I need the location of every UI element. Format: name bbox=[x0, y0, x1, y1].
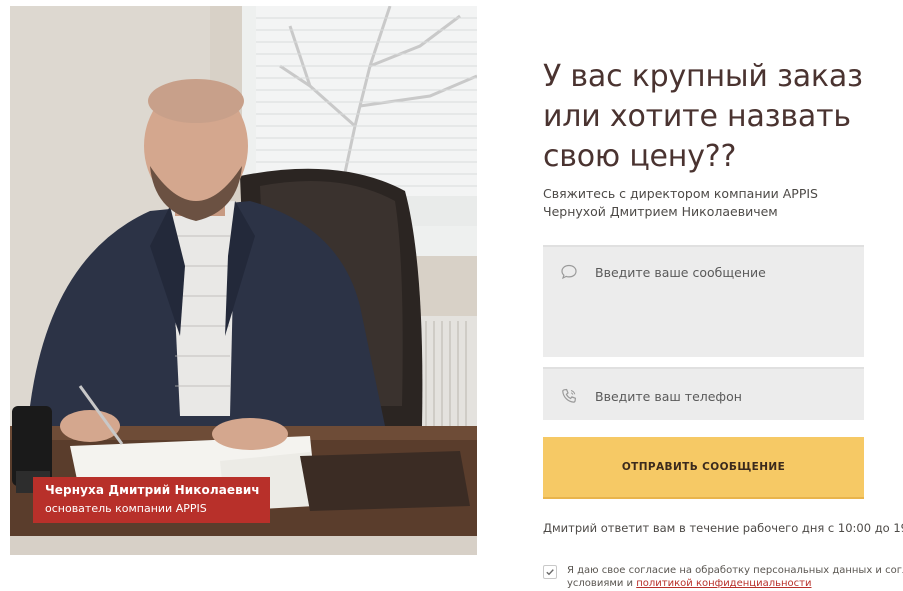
consent-checkbox[interactable] bbox=[543, 565, 557, 579]
response-time-note: Дмитрий ответит вам в течение рабочего д… bbox=[543, 521, 903, 535]
consent-text-line: Я даю свое согласие на обработку персона… bbox=[567, 565, 903, 576]
chat-bubble-icon bbox=[561, 264, 577, 280]
message-field[interactable] bbox=[543, 245, 864, 357]
send-message-button[interactable]: ОТПРАВИТЬ СООБЩЕНИЕ bbox=[543, 437, 864, 499]
contact-director-section: Чернуха Дмитрий Николаевич основатель ко… bbox=[0, 0, 903, 591]
consent-text: Я даю свое согласие на обработку персона… bbox=[567, 564, 903, 590]
headline-line: свою цену?? bbox=[543, 139, 737, 174]
director-photo-illustration bbox=[10, 6, 477, 555]
contact-form-column: У вас крупный заказ или хотите назвать с… bbox=[543, 0, 903, 591]
phone-input[interactable] bbox=[595, 387, 854, 405]
caption-name: Чернуха Дмитрий Николаевич bbox=[45, 483, 260, 497]
consent-row: Я даю свое согласие на обработку персона… bbox=[543, 564, 903, 591]
section-subtitle: Свяжитесь с директором компании APPIS Че… bbox=[543, 185, 883, 221]
message-input[interactable] bbox=[595, 265, 854, 349]
subtitle-line: Чернухой Дмитрием Николаевичем bbox=[543, 204, 778, 219]
caption-role: основатель компании APPIS bbox=[45, 502, 207, 515]
headline-line: или хотите назвать bbox=[543, 99, 851, 134]
phone-field[interactable] bbox=[543, 367, 864, 420]
director-photo: Чернуха Дмитрий Николаевич основатель ко… bbox=[10, 6, 477, 555]
phone-icon bbox=[562, 388, 577, 403]
section-headline: У вас крупный заказ или хотите назвать с… bbox=[543, 57, 883, 177]
headline-line: У вас крупный заказ bbox=[543, 59, 863, 94]
check-icon bbox=[546, 569, 554, 576]
subtitle-line: Свяжитесь с директором компании APPIS bbox=[543, 186, 818, 201]
photo-caption: Чернуха Дмитрий Николаевич основатель ко… bbox=[33, 477, 270, 523]
consent-text-prefix: условиями и bbox=[567, 578, 637, 589]
privacy-policy-link[interactable]: политикой конфиденциальности bbox=[636, 578, 811, 589]
